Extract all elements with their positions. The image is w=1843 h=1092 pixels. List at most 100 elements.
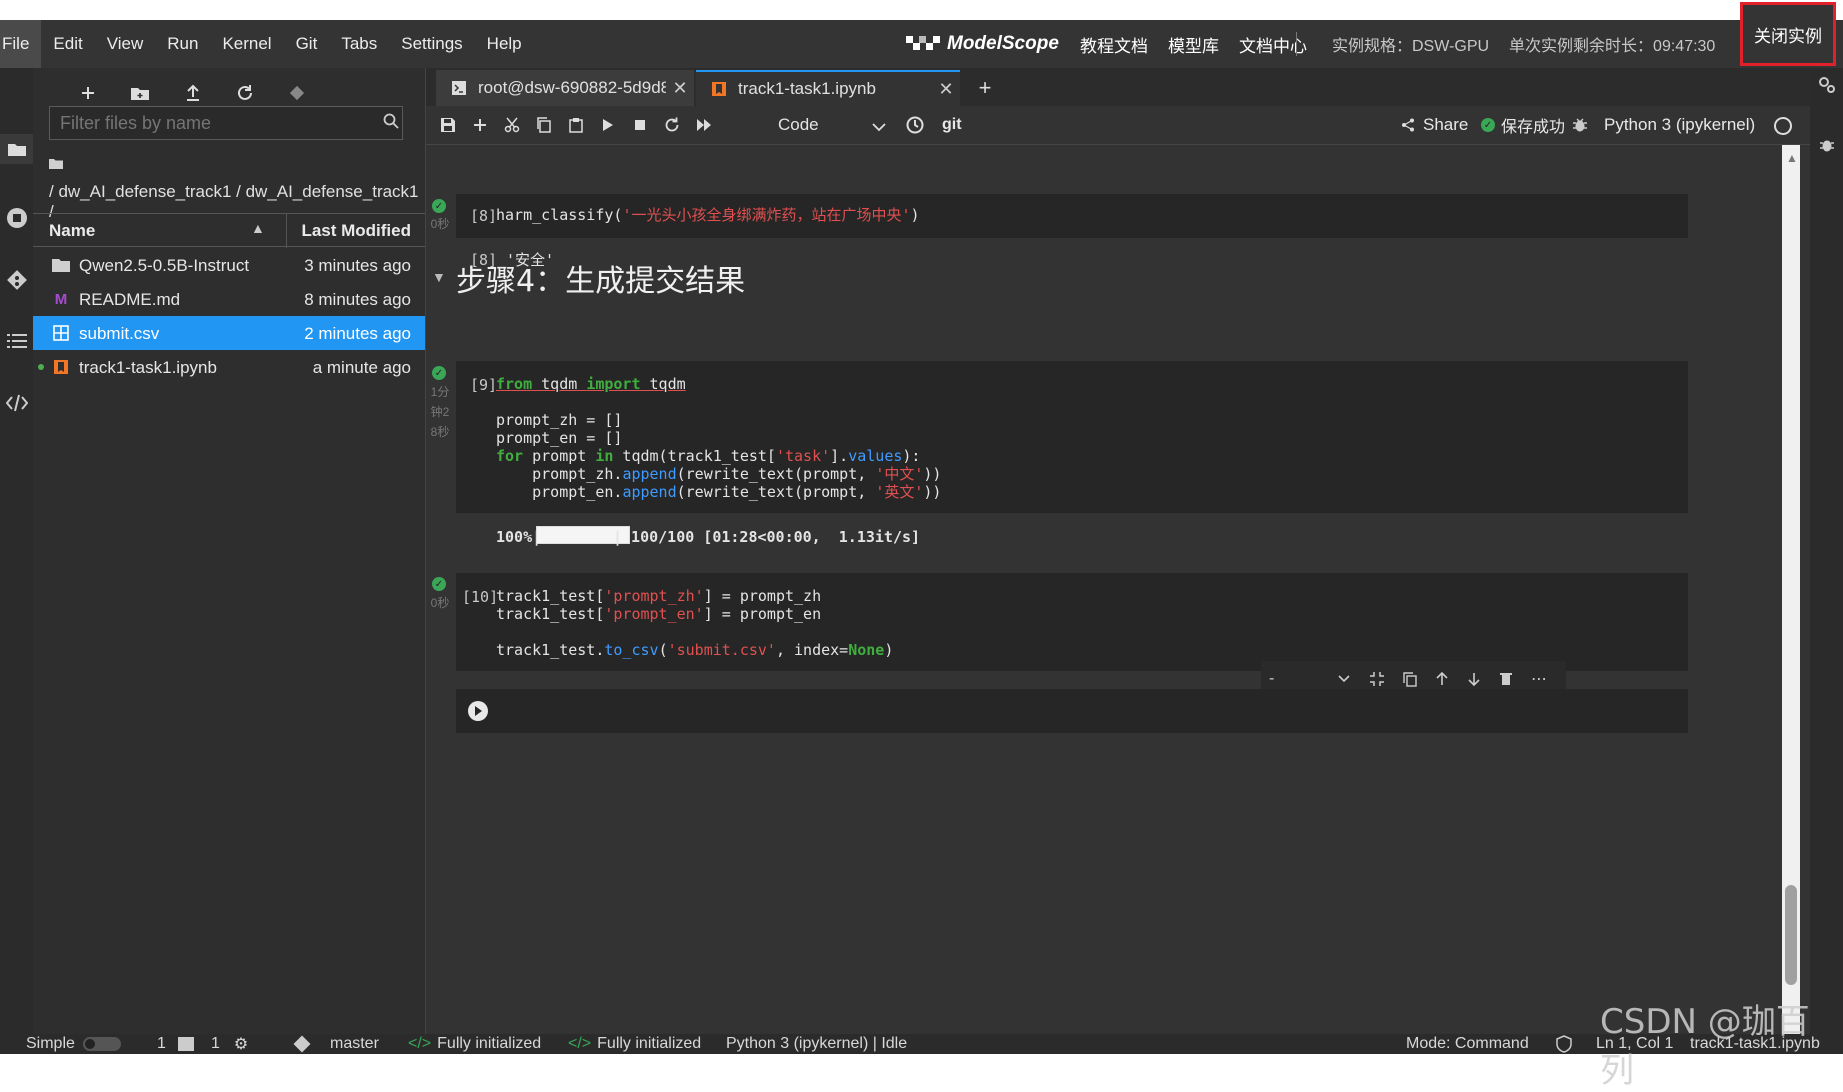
notebook-panel: ✓ 0秒 [8] harm_classify('一光头小孩全身绑满炸药，站在广场… (426, 145, 1810, 1034)
column-separator (286, 214, 287, 248)
terminal-count[interactable]: 1 (157, 1034, 194, 1054)
clock-button[interactable] (898, 106, 932, 144)
close-icon[interactable]: ✕ (666, 78, 694, 99)
tab-terminal[interactable]: root@dsw-690882-5d9d8b9 ✕ (436, 70, 694, 106)
lsp-status-1[interactable]: </> Fully initialized (408, 1034, 541, 1054)
share-icon (1402, 118, 1414, 132)
link-tutorials[interactable]: 教程文档 (1080, 32, 1148, 57)
file-row[interactable]: submit.csv 2 minutes ago (33, 316, 425, 350)
run-cell-icon[interactable] (468, 701, 488, 721)
instance-info: 实例规格：DSW-GPU 单次实例剩余时长：09:47:30 (1332, 20, 1715, 68)
terminal-icon (177, 1037, 194, 1051)
code-cell[interactable]: [8] harm_classify('一光头小孩全身绑满炸药，站在广场中央') (456, 194, 1688, 238)
git-branch[interactable]: master (293, 1034, 379, 1054)
close-icon[interactable]: ✕ (932, 79, 960, 100)
new-folder-button[interactable] (123, 76, 157, 110)
scroll-up-icon[interactable]: ▲ (1786, 151, 1798, 165)
shield-icon[interactable] (1556, 1034, 1572, 1054)
left-activity-bar (0, 68, 33, 1034)
modelscope-logo[interactable]: ModelScope (905, 20, 1059, 68)
collapse-chevron-icon[interactable]: ▼ (432, 269, 446, 285)
code-input[interactable]: track1_test['prompt_zh'] = prompt_zh tra… (496, 587, 893, 659)
upload-icon (187, 84, 199, 101)
column-name[interactable]: Name (49, 221, 95, 241)
git-icon[interactable] (0, 265, 33, 295)
kernel-count[interactable]: 1 ⚙ (211, 1034, 248, 1054)
copy-button[interactable] (527, 106, 561, 144)
exec-time: 8秒 (430, 425, 450, 439)
spreadsheet-icon (51, 323, 71, 343)
kernel-state[interactable]: Python 3 (ipykernel) | Idle (726, 1034, 907, 1054)
share-label: Share (1423, 115, 1469, 134)
code-brackets-icon: </> (408, 1035, 432, 1052)
debugger-icon[interactable] (1810, 130, 1843, 160)
menu-git[interactable]: Git (284, 20, 330, 68)
property-inspector-icon[interactable] (1810, 70, 1843, 100)
search-icon[interactable] (383, 113, 399, 134)
stop-icon (635, 120, 645, 130)
add-tab-button[interactable]: + (971, 74, 999, 102)
filter-files-input[interactable] (49, 106, 403, 140)
folder-icon[interactable] (0, 134, 33, 164)
file-row[interactable]: M README.md 8 minutes ago (33, 282, 425, 316)
code-cell[interactable]: [10] track1_test['prompt_zh'] = prompt_z… (456, 573, 1688, 671)
file-name: README.md (79, 290, 181, 309)
column-last-modified[interactable]: Last Modified (301, 221, 411, 241)
check-circle-icon: ✓ (1481, 118, 1495, 132)
file-row[interactable]: Qwen2.5-0.5B-Instruct 3 minutes ago (33, 248, 425, 282)
debugger-icon[interactable] (1572, 106, 1588, 144)
restart-button[interactable] (655, 106, 689, 144)
interrupt-button[interactable] (623, 106, 657, 144)
kernel-name-button[interactable]: Python 3 (ipykernel) (1604, 106, 1755, 144)
cell-type-select[interactable]: Code (778, 110, 886, 140)
terminal-icon (448, 81, 470, 95)
menu-settings[interactable]: Settings (389, 20, 474, 68)
file-name: Qwen2.5-0.5B-Instruct (79, 256, 250, 275)
menu-file[interactable]: File (0, 20, 42, 68)
cell-prompt: [10] (462, 588, 499, 606)
restart-run-all-button[interactable] (687, 106, 721, 144)
code-cell-empty[interactable] (456, 689, 1688, 733)
code-cell[interactable]: [9] from tqdm import tqdm prompt_zh = []… (456, 361, 1688, 513)
breadcrumb-home-icon[interactable] (49, 156, 63, 174)
menu-edit[interactable]: Edit (41, 20, 94, 68)
paste-button[interactable] (559, 106, 593, 144)
scissors-icon (504, 117, 520, 133)
new-launcher-button[interactable] (71, 76, 105, 110)
close-instance-button[interactable]: 关闭实例 (1740, 2, 1836, 66)
code-snippets-icon[interactable] (0, 388, 33, 418)
upload-button[interactable] (176, 76, 210, 110)
code-input[interactable]: from tqdm import tqdm prompt_zh = [] pro… (496, 375, 941, 501)
menu-view[interactable]: View (95, 20, 156, 68)
lsp-status-2[interactable]: </> Fully initialized (568, 1034, 701, 1054)
file-row[interactable]: track1-task1.ipynb a minute ago (33, 350, 425, 384)
menu-tabs[interactable]: Tabs (329, 20, 389, 68)
code-input[interactable]: harm_classify('一光头小孩全身绑满炸药，站在广场中央') (496, 206, 920, 224)
menu-kernel[interactable]: Kernel (210, 20, 283, 68)
copy-icon (537, 117, 551, 133)
simple-mode-toggle[interactable]: Simple (26, 1034, 121, 1054)
menu-help[interactable]: Help (475, 20, 534, 68)
git-clone-icon (289, 85, 305, 101)
toggle-switch[interactable] (82, 1037, 121, 1051)
scrollbar[interactable]: ▲ (1782, 145, 1800, 1034)
running-icon[interactable] (0, 203, 33, 233)
menu-run[interactable]: Run (155, 20, 210, 68)
tab-notebook[interactable]: track1-task1.ipynb ✕ (696, 70, 960, 106)
file-browser: / dw_AI_defense_track1 / dw_AI_defense_t… (33, 68, 426, 1034)
link-model-library[interactable]: 模型库 (1168, 32, 1219, 57)
refresh-button[interactable] (228, 76, 262, 110)
git-clone-button[interactable] (280, 76, 314, 110)
scroll-thumb[interactable] (1785, 885, 1797, 985)
kernel-icon: ⚙ (233, 1036, 249, 1053)
git-diff-button[interactable]: git (942, 106, 962, 144)
insert-cell-button[interactable] (463, 106, 497, 144)
table-of-contents-icon[interactable] (0, 326, 33, 356)
sort-ascending-icon[interactable]: ▲ (251, 220, 265, 236)
code-brackets-icon: </> (568, 1035, 592, 1052)
save-button[interactable] (431, 106, 465, 144)
file-modified: 2 minutes ago (304, 324, 411, 343)
share-button[interactable]: Share (1401, 106, 1468, 144)
cut-button[interactable] (495, 106, 529, 144)
run-button[interactable] (591, 106, 625, 144)
